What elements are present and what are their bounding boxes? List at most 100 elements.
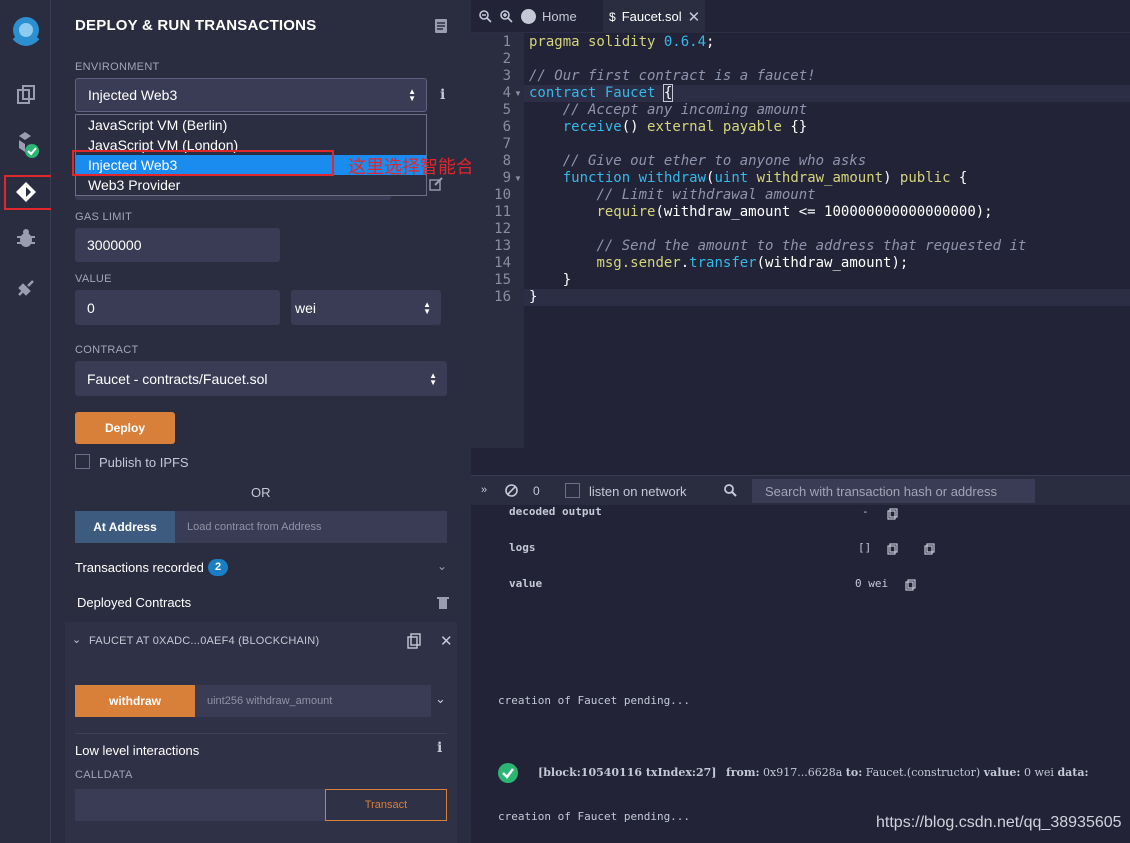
pending-count: 0 [533,484,540,498]
deployed-contracts-label: Deployed Contracts [77,595,192,610]
copy-icon[interactable] [887,540,898,559]
documentation-icon[interactable] [435,19,447,38]
trash-icon[interactable] [437,596,449,615]
line-number: 3 [502,68,511,84]
transactions-recorded-label: Transactions recorded [75,560,204,575]
line-gutter: 1 2 3 4 5 6 7 8 9 10 11 12 13 14 15 16 ▼… [471,33,524,448]
value-unit-select[interactable]: wei ▲ ▼ [291,290,441,325]
tx-to: Faucet.(constructor) [865,766,981,779]
line-number: 12 [494,221,511,237]
collapse-terminal-icon[interactable]: » [481,484,487,496]
tx-to-label: to: [845,766,863,779]
edit-icon[interactable] [429,177,443,196]
tx-from-label: from: [725,766,760,779]
decoded-output-value: - [862,505,869,518]
copy-icon[interactable] [887,505,898,524]
compiler-icon[interactable] [0,125,51,165]
pending-message: creation of Faucet pending... [498,810,691,823]
debugger-icon[interactable] [0,218,51,258]
terminal-search-input[interactable]: Search with transaction hash or address [752,479,1035,503]
logs-key: logs [509,541,536,554]
line-number: 4 [502,85,511,101]
withdraw-button[interactable]: withdraw [75,685,195,717]
tab-file-label: Faucet.sol [621,9,682,24]
line-number: 15 [494,272,511,288]
tab-faucet-sol[interactable]: $ Faucet.sol ✕ [603,0,705,33]
copy-icon[interactable] [924,540,935,559]
remix-logo-icon[interactable] [0,12,51,52]
tab-home[interactable]: Home [521,0,601,33]
pending-message: creation of Faucet pending... [498,694,691,707]
code-line-6: receive() external payable {} [562,119,808,135]
fold-arrow-icon[interactable]: ▼ [514,89,522,98]
or-divider: OR [251,485,271,500]
code-line-3: // Our first contract is a faucet! [529,68,816,84]
code-line-16: } [529,289,538,305]
value-unit: wei [295,299,317,316]
copy-icon[interactable] [407,633,421,654]
deploy-button[interactable]: Deploy [75,412,175,444]
zoom-in-icon[interactable] [500,0,513,33]
clear-console-icon[interactable] [505,484,518,502]
chevron-down-icon[interactable]: ⌄ [437,559,447,573]
line-number: 7 [502,136,511,152]
info-icon[interactable]: i [437,740,442,756]
low-level-label: Low level interactions [75,743,200,758]
close-icon[interactable]: ✕ [440,632,453,650]
search-icon [724,484,737,502]
panel-title: DEPLOY & RUN TRANSACTIONS [75,17,317,34]
code-editor[interactable]: 1 2 3 4 5 6 7 8 9 10 11 12 13 14 15 16 ▼… [471,33,1130,448]
value-label: VALUE [75,273,112,285]
file-explorer-icon[interactable] [0,75,51,115]
publish-ipfs-label: Publish to IPFS [99,455,189,470]
plugin-manager-icon[interactable] [0,268,51,308]
copy-icon[interactable] [905,576,916,595]
close-tab-icon[interactable]: ✕ [688,8,701,26]
watermark: https://blog.csdn.net/qq_38935605 [876,814,1122,831]
code-line-9: function withdraw(uint withdraw_amount) … [562,170,968,186]
fold-arrow-icon[interactable]: ▼ [514,174,522,183]
code-line-8: // Give out ether to anyone who asks [562,153,867,169]
at-address-button[interactable]: At Address [75,511,175,543]
gas-limit-label: GAS LIMIT [75,211,133,223]
code-line-10: // Limit withdrawal amount [596,187,816,203]
line-number: 1 [502,34,511,50]
code-line-11: require(withdraw_amount <= 1000000000000… [596,204,993,220]
line-number: 9 [502,170,511,186]
calldata-input[interactable] [75,789,325,821]
transactions-count-badge: 2 [208,559,228,576]
chevron-down-icon[interactable]: ⌄ [72,633,81,646]
zoom-out-icon[interactable] [479,0,492,33]
contract-value: Faucet - contracts/Faucet.sol [87,370,268,387]
annotation-box-injected-web3 [72,150,334,176]
code-line-14: msg.sender.transfer(withdraw_amount); [596,255,909,271]
withdraw-amount-input[interactable]: uint256 withdraw_amount [195,685,431,717]
decoded-output-key: decoded output [509,505,602,518]
transaction-summary[interactable]: [block:10540116 txIndex:27] from: 0x917.… [538,766,1089,779]
icon-rail [0,0,55,843]
value-input[interactable]: 0 [75,290,280,325]
line-number: 6 [502,119,511,135]
transact-button[interactable]: Transact [325,789,447,821]
tx-block: [block:10540116 txIndex:27] [538,766,717,779]
environment-select[interactable]: Injected Web3 ▲ ▼ [75,78,427,112]
line-number: 11 [494,204,511,220]
contract-select[interactable]: Faucet - contracts/Faucet.sol ▲ ▼ [75,361,447,396]
info-icon[interactable]: i [440,87,445,103]
annotation-box-deploy [4,175,55,210]
code-line-4: contract Faucet { [529,84,674,102]
chevron-down-icon[interactable]: ⌄ [435,691,446,707]
code-line-1: pragma solidity 0.6.4; [529,34,715,50]
listen-network-checkbox[interactable] [565,483,580,498]
at-address-input[interactable]: Load contract from Address [175,511,447,543]
calldata-label: CALLDATA [75,769,133,781]
value-key: value [509,577,543,590]
line-number: 10 [494,187,511,203]
gas-limit-input[interactable]: 3000000 [75,228,280,262]
code-line-13: // Send the amount to the address that r… [596,238,1027,254]
instance-title: FAUCET AT 0XADC...0AEF4 (BLOCKCHAIN) [89,635,320,647]
environment-option[interactable]: JavaScript VM (Berlin) [76,115,426,135]
publish-ipfs-checkbox[interactable] [75,454,90,469]
tab-home-label: Home [542,9,577,24]
current-line-highlight [524,289,1130,306]
